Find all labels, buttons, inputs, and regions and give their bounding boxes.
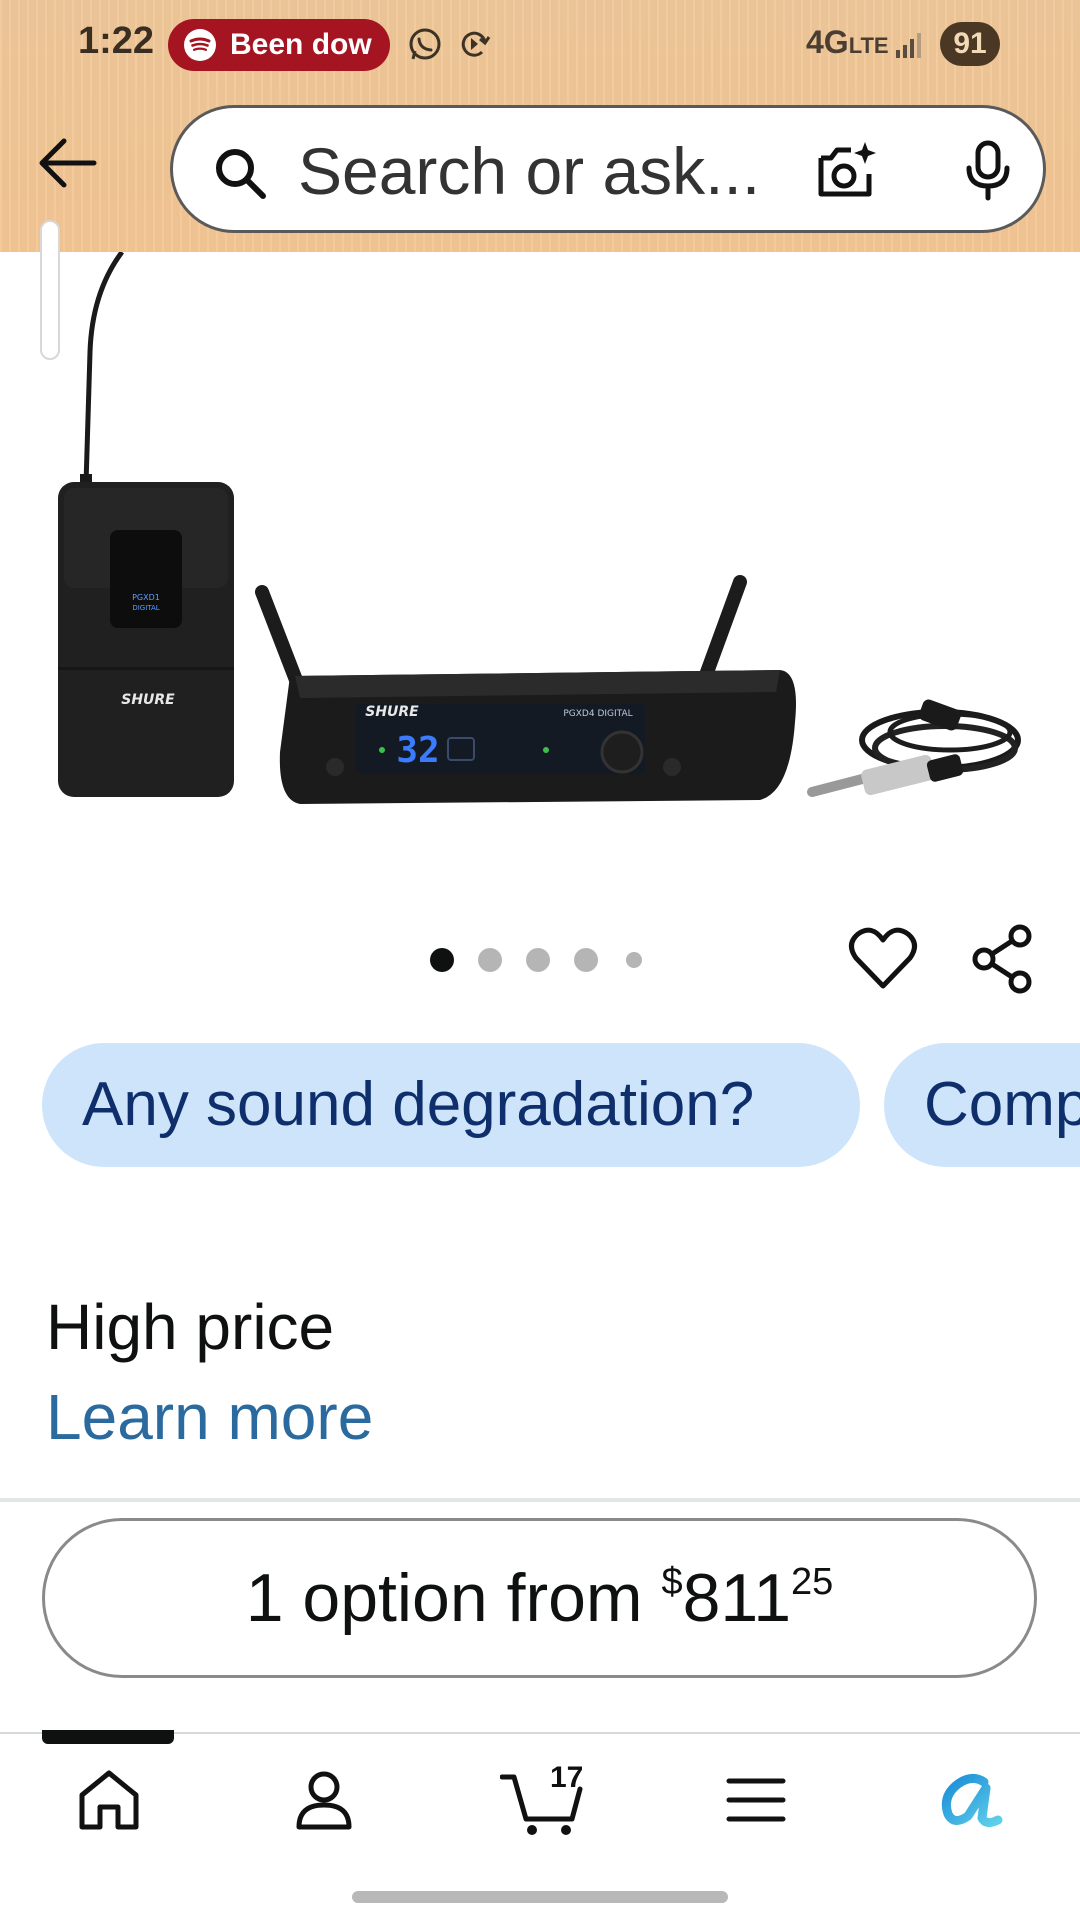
signal-icon — [895, 30, 925, 63]
camera-search-icon[interactable] — [813, 138, 879, 209]
carousel-dot[interactable] — [626, 952, 642, 968]
account-icon — [294, 1769, 354, 1836]
price-whole: 811 — [682, 1560, 792, 1636]
gesture-home-indicator[interactable] — [352, 1891, 728, 1903]
network-subtype: LTE — [848, 33, 889, 58]
sync-icon — [456, 26, 492, 67]
question-chips: Any sound degradation? Compatible with..… — [0, 1043, 1080, 1167]
share-icon[interactable] — [970, 924, 1036, 999]
nav-rufus[interactable] — [910, 1762, 1030, 1842]
receiver-display-text: 32 — [396, 730, 439, 771]
cart-count-badge: 17 — [550, 1761, 584, 1794]
heart-icon[interactable] — [848, 924, 918, 999]
search-icon — [213, 146, 269, 207]
network-indicator: 4GLTE — [806, 24, 889, 61]
carousel-dot[interactable] — [526, 948, 550, 972]
price-currency: $ — [661, 1560, 683, 1603]
price-fraction: 25 — [791, 1560, 834, 1603]
spotify-notification-pill[interactable]: Been dow — [168, 19, 390, 71]
spotify-icon — [184, 29, 216, 61]
question-chip[interactable]: Compatible with... — [884, 1043, 1080, 1167]
search-input[interactable] — [296, 132, 800, 210]
nav-menu[interactable] — [696, 1762, 816, 1842]
carousel-dot[interactable] — [574, 948, 598, 972]
image-carousel-dots[interactable] — [430, 945, 666, 975]
nav-active-indicator — [42, 1730, 174, 1744]
rufus-icon — [934, 1770, 1006, 1835]
status-time: 1:22 — [78, 20, 155, 62]
microphone-icon[interactable] — [961, 140, 1015, 207]
menu-icon — [726, 1775, 786, 1830]
receiver-brand-text: SHURE — [365, 704, 419, 720]
receiver-model-text: PGXD4 DIGITAL — [563, 709, 632, 719]
nav-cart[interactable]: 17 — [482, 1761, 602, 1842]
nav-home[interactable] — [49, 1762, 169, 1842]
bodypack-brand-text: SHURE — [121, 692, 175, 708]
search-bar[interactable] — [170, 105, 1046, 233]
price-alert-label: High price — [46, 1291, 335, 1363]
whatsapp-icon — [406, 26, 444, 69]
app-header: 1:22 Been dow 4GLTE 91 Search or ask... — [0, 0, 1080, 252]
carousel-dot-active[interactable] — [430, 948, 454, 972]
cart-icon: 17 — [499, 1761, 584, 1837]
carousel-dot[interactable] — [478, 948, 502, 972]
bodypack-digital-text: DIGITAL — [132, 604, 159, 612]
buying-options-button[interactable]: 1 option from $ 811 25 — [42, 1518, 1037, 1678]
learn-more-link[interactable]: Learn more — [46, 1380, 373, 1454]
section-divider — [0, 1498, 1080, 1502]
back-arrow-icon[interactable] — [34, 130, 100, 196]
status-bar: 1:22 Been dow 4GLTE 91 — [0, 0, 1080, 92]
options-prefix: 1 option from — [245, 1560, 662, 1636]
question-chip[interactable]: Any sound degradation? — [42, 1043, 860, 1167]
bodypack-model-text: PGXD1 — [132, 593, 160, 602]
notification-text: Been dow — [230, 28, 372, 61]
home-icon — [76, 1769, 142, 1836]
battery-indicator: 91 — [940, 22, 1000, 66]
network-type: 4G — [806, 24, 849, 60]
nav-account[interactable] — [264, 1762, 384, 1842]
product-image[interactable]: PGXD1 DIGITAL SHURE SHURE PGXD4 DIGITAL … — [0, 250, 1080, 872]
